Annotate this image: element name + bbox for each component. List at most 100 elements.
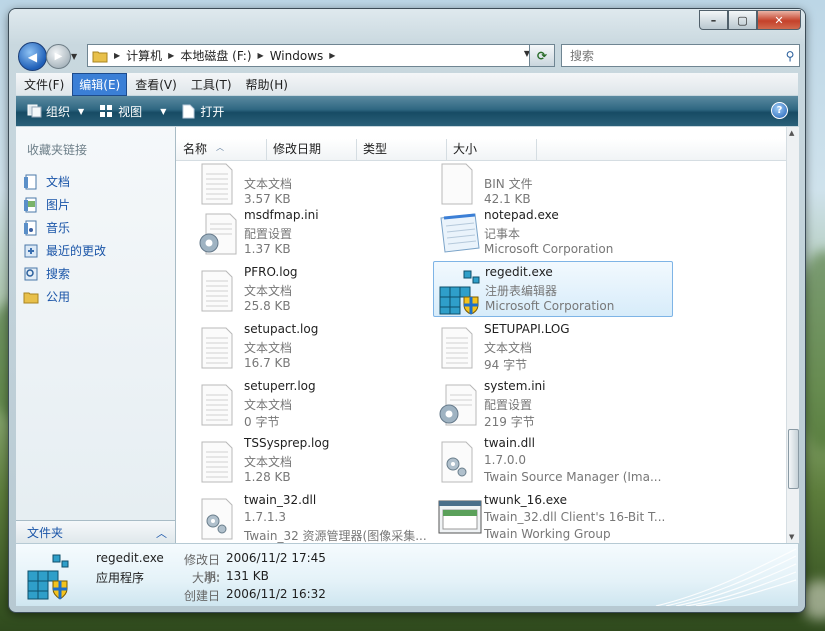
back-arrow-icon: ◀ [27,49,38,64]
app-window-icon [437,497,482,541]
address-bar[interactable]: ▶ 计算机 ▶ 本地磁盘 (F:) ▶ Windows ▶ ▼ [87,44,555,67]
views-label: 视图 [118,104,143,119]
scrollbar-thumb[interactable] [788,429,799,489]
nav-link-public[interactable]: 公用 [23,288,70,305]
nav-link-documents[interactable]: 文档 [23,173,70,190]
organize-icon [26,103,42,119]
folders-label: 文件夹 [27,526,64,540]
command-toolbar: 组织 ▼ 视图 ▼ 打开 ? [16,96,798,126]
breadcrumb-arrow-icon[interactable]: ▶ [168,51,174,60]
organize-label: 组织 [46,104,71,119]
chevron-up-icon[interactable]: ︿ [156,525,167,541]
breadcrumb-arrow-icon[interactable]: ▶ [258,51,264,60]
caption-buttons: – ▢ ✕ [699,10,801,30]
menu-help[interactable]: 帮助(H) [240,74,294,95]
text-file-icon [197,326,241,370]
address-folder-icon [92,49,108,63]
dll-file-icon [437,440,481,484]
details-size-label: 大小: [191,571,220,585]
menu-tools[interactable]: 工具(T) [185,74,238,95]
help-icon[interactable]: ? [771,102,788,119]
file-item[interactable]: system.ini 配置设置 219 字节 [433,376,671,430]
text-file-icon [437,326,481,370]
views-icon [98,103,114,119]
text-file-icon [197,440,241,484]
details-pane: regedit.exe 应用程序 修改日期: 2006/11/2 17:45 大… [16,543,798,606]
regedit-icon [438,269,482,315]
music-icon [23,220,39,236]
forward-button[interactable]: ▶ [46,44,71,69]
recent-changes-icon [23,243,39,259]
details-file-kind: 应用程序 [96,571,145,585]
details-file-name: regedit.exe [96,551,164,565]
chevron-down-icon: ▼ [78,106,85,116]
pictures-icon [23,197,39,213]
config-file-icon [197,212,241,256]
history-dropdown-icon[interactable]: ▼ [71,52,77,61]
scroll-down-icon[interactable]: ▼ [789,533,794,541]
nav-link-music[interactable]: 音乐 [23,219,70,236]
nav-link-pictures[interactable]: 图片 [23,196,70,213]
text-file-icon [197,162,241,206]
views-button[interactable]: 视图 ▼ [98,103,166,120]
minimize-button[interactable]: – [699,10,728,30]
nav-link-search[interactable]: 搜索 [23,265,70,282]
nav-link-recent-changes[interactable]: 最近的更改 [23,242,106,259]
details-created-value: 2006/11/2 16:32 [226,587,326,601]
search-input[interactable] [568,47,781,64]
menu-view[interactable]: 查看(V) [129,74,183,95]
back-button[interactable]: ◀ [18,42,47,71]
file-item[interactable]: msdfmap.ini 配置设置 1.37 KB [193,205,431,259]
maximize-button[interactable]: ▢ [728,10,757,30]
search-box[interactable]: ⚲ [561,44,800,67]
search-folder-icon [23,266,39,282]
breadcrumb-arrow-icon[interactable]: ▶ [114,51,120,60]
breadcrumb-drive[interactable]: 本地磁盘 (F:) [180,47,251,64]
file-item[interactable]: setupact.log 文本文档 16.7 KB [193,319,431,373]
file-item[interactable]: BIN 文件 42.1 KB [433,155,671,209]
regedit-icon [26,553,74,601]
scroll-up-icon[interactable]: ▲ [789,129,794,137]
favorite-links-header: 收藏夹链接 [27,143,88,157]
refresh-button[interactable]: ⟳ [529,44,555,67]
file-item[interactable]: 文本文档 3.57 KB [193,155,431,209]
folders-toggle[interactable]: 文件夹 ︿ [16,520,176,544]
details-modified-value: 2006/11/2 17:45 [226,551,326,565]
close-button[interactable]: ✕ [757,10,801,30]
file-item[interactable]: setuperr.log 文本文档 0 字节 [193,376,431,430]
file-item[interactable]: twain_32.dll 1.7.1.3 Twain_32 资源管理器(图像采集… [193,490,431,543]
text-file-icon [197,383,241,427]
file-item[interactable]: PFRO.log 文本文档 25.8 KB [193,262,431,316]
open-label: 打开 [200,104,225,119]
text-file-icon [197,269,241,313]
breadcrumb-arrow-icon[interactable]: ▶ [329,51,335,60]
public-folder-icon [23,289,39,305]
documents-icon [23,174,39,190]
dll-file-icon [197,497,241,541]
vertical-scrollbar[interactable]: ▲ ▼ [786,127,799,543]
menu-edit[interactable]: 编辑(E) [72,72,128,96]
organize-button[interactable]: 组织 ▼ [26,103,84,120]
menu-bar: 文件(F) 编辑(E) 查看(V) 工具(T) 帮助(H) [16,72,798,96]
navigation-pane: 收藏夹链接 文档 图片 音乐 最近的更改 搜索 公用 [16,127,176,520]
decorative-swoosh [655,548,797,606]
forward-arrow-icon: ▶ [54,51,63,62]
breadcrumb-windows[interactable]: Windows [270,49,324,63]
file-list: 名称 ︿ 修改日期 类型 大小 文本文档 3.57 KB BIN 文件 42.1 … [176,127,788,543]
file-item[interactable]: TSSysprep.log 文本文档 1.28 KB [193,433,431,487]
file-item[interactable]: twain.dll 1.7.0.0 Twain Source Manager (… [433,433,671,487]
file-item-selected[interactable]: regedit.exe 注册表编辑器 Microsoft Corporation [433,261,673,317]
blank-file-icon [437,162,481,206]
notepad-icon [437,212,481,256]
open-button[interactable]: 打开 [180,103,224,120]
menu-file[interactable]: 文件(F) [18,74,70,95]
config-file-icon [437,383,481,427]
file-item[interactable]: SETUPAPI.LOG 文本文档 94 字节 [433,319,671,373]
explorer-window: – ▢ ✕ ◀ ▶ ▼ ▶ 计算机 ▶ 本地磁盘 (F:) ▶ Windows … [9,9,805,612]
breadcrumb-computer[interactable]: 计算机 [126,47,162,64]
file-item[interactable]: notepad.exe 记事本 Microsoft Corporation [433,205,671,259]
chevron-down-icon: ▼ [160,106,167,116]
file-item[interactable]: twunk_16.exe Twain_32.dll Client's 16-Bi… [433,490,671,543]
search-icon[interactable]: ⚲ [781,49,799,63]
details-size-value: 131 KB [226,569,269,583]
